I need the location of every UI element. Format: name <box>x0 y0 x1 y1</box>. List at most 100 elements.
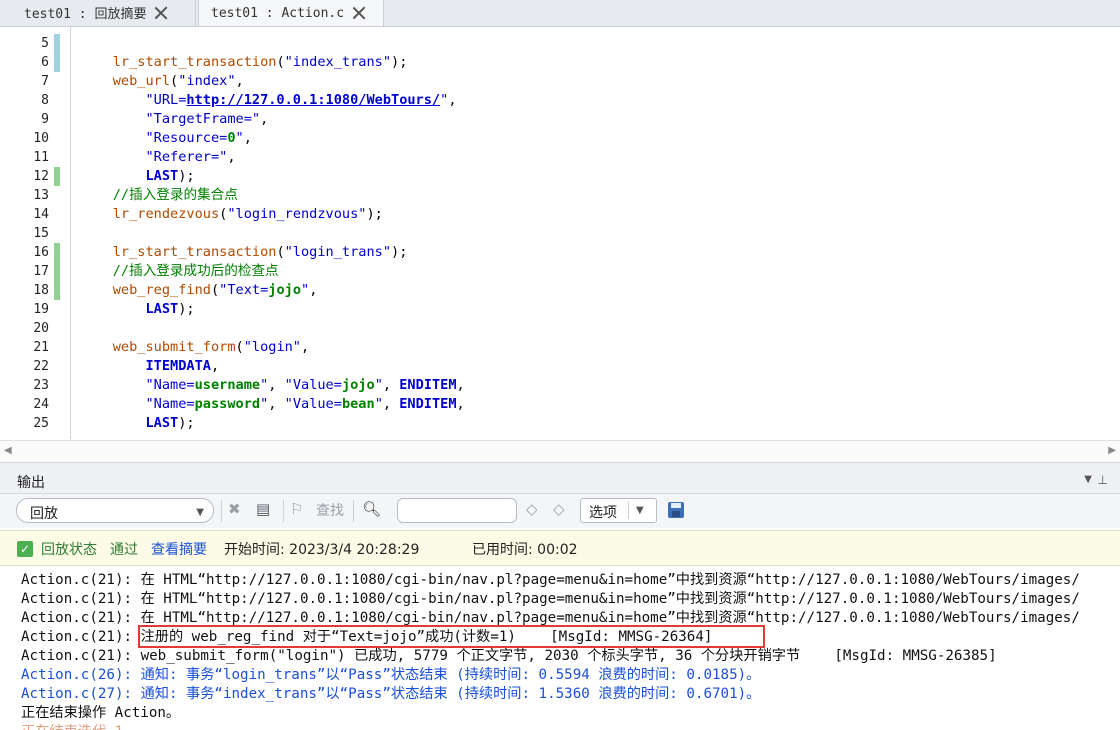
code-line: web_url("index", <box>80 72 465 91</box>
output-log[interactable]: Action.c(21): 在 HTML“http://127.0.0.1:10… <box>0 568 1120 730</box>
close-icon[interactable] <box>154 6 168 20</box>
code-line: LAST); <box>80 167 465 186</box>
chevron-down-icon[interactable]: ▼ <box>1084 474 1092 485</box>
log-text: Action.c(21): 在 HTML“http://127.0.0.1:10… <box>21 572 1080 588</box>
line-number: 5 <box>41 36 49 51</box>
code-token: , <box>268 377 285 393</box>
code-token: ); <box>391 54 408 70</box>
save-icon[interactable] <box>668 502 684 518</box>
line-number: 7 <box>41 74 49 89</box>
code-line: LAST); <box>80 414 465 433</box>
options-label: 选项 <box>589 505 617 521</box>
prev-match-icon[interactable]: ◇ <box>526 500 538 522</box>
code-token: , <box>243 130 252 146</box>
line-number: 12 <box>33 169 49 184</box>
next-match-icon[interactable]: ◇ <box>553 500 565 522</box>
tab-action-c[interactable]: test01 : Action.c <box>198 0 384 26</box>
code-token: lr_start_transaction <box>112 244 277 260</box>
code-token: ( <box>235 339 244 355</box>
code-token: , <box>456 377 465 393</box>
code-lines: lr_start_transaction("index_trans"); web… <box>80 34 465 433</box>
line-number: 19 <box>33 302 49 317</box>
code-token: ( <box>276 244 285 260</box>
code-line: ITEMDATA, <box>80 357 465 376</box>
code-token: "Resource= <box>145 130 228 146</box>
code-token: ( <box>210 282 220 298</box>
code-line: web_submit_form("login", <box>80 338 465 357</box>
log-text: Action.c(21): 在 HTML“http://127.0.0.1:10… <box>21 591 1080 607</box>
toolbar-divider <box>221 500 222 522</box>
search-input[interactable] <box>397 498 517 523</box>
pin-icon[interactable]: ⊥ <box>1098 473 1108 487</box>
log-line: Action.c(26): 通知: 事务“login_trans”以“Pass”… <box>21 666 760 685</box>
toolbar-divider <box>353 500 354 522</box>
log-line: Action.c(21): 在 HTML“http://127.0.0.1:10… <box>21 590 1080 609</box>
code-token: , <box>309 282 318 298</box>
search-icon[interactable]: 🔍︎ <box>362 500 381 522</box>
code-token: ( <box>170 73 179 89</box>
code-token: jojo <box>341 377 375 393</box>
wrap-icon[interactable]: ▤ <box>256 500 270 522</box>
log-text: Action.c(21): 在 HTML“http://127.0.0.1:10… <box>21 610 1080 626</box>
scroll-left-icon[interactable]: ◀ <box>4 445 12 456</box>
change-marker <box>54 167 60 186</box>
document-tab-bar: test01 : 回放摘要 test01 : Action.c <box>0 0 1120 27</box>
output-source-value: 回放 <box>30 506 58 522</box>
line-number: 20 <box>33 321 49 336</box>
code-token: " <box>235 130 244 146</box>
output-source-select[interactable]: 回放 ▼ <box>16 498 214 523</box>
code-line: "Referer=", <box>80 148 465 167</box>
chevron-down-icon[interactable]: ▼ <box>636 505 644 516</box>
line-number: 23 <box>33 378 49 393</box>
log-text: Action.c(21): web_submit_form("login") 已… <box>21 648 997 664</box>
view-summary-link[interactable]: 查看摘要 <box>151 539 207 559</box>
replay-state-label: 回放状态 <box>41 542 97 558</box>
code-token: ); <box>366 206 383 222</box>
log-line: 正在结束迭代 1。 <box>21 723 137 730</box>
code-token: , <box>260 111 269 127</box>
code-token: , <box>382 396 400 412</box>
log-text: Action.c(26): 通知: 事务“login_trans”以“Pass”… <box>21 667 761 683</box>
tab-label: test01 : Action.c <box>211 5 345 21</box>
filter-icon[interactable]: ⚐ <box>290 500 303 522</box>
code-token: web_url <box>112 73 171 89</box>
line-number: 10 <box>33 131 49 146</box>
code-token: ); <box>178 168 195 184</box>
code-token: " <box>374 396 383 412</box>
code-editor[interactable]: 5 6 7 8 9 10 11 12 13 14 15 16 17 18 19 20 21 22 23 24 25 lr… <box>0 27 1120 439</box>
code-token: " <box>301 282 310 298</box>
code-token: ); <box>178 415 195 431</box>
log-line: Action.c(21): 在 HTML“http://127.0.0.1:10… <box>21 609 1080 628</box>
scroll-right-icon[interactable]: ▶ <box>1108 445 1116 456</box>
code-token: "login" <box>243 339 301 355</box>
find-button[interactable]: 查找 <box>316 500 344 522</box>
code-line: "Name=username", "Value=jojo", ENDITEM, <box>80 376 465 395</box>
tab-label: test01 : 回放摘要 <box>24 7 147 22</box>
line-number: 9 <box>41 112 49 127</box>
code-token: "Referer=" <box>145 149 228 165</box>
code-token: ( <box>276 54 285 70</box>
code-token: "login_trans" <box>284 244 392 260</box>
code-line: web_reg_find("Text=jojo", <box>80 281 465 300</box>
code-line: //插入登录的集合点 <box>80 186 465 205</box>
tab-replay-summary[interactable]: test01 : 回放摘要 <box>12 0 196 25</box>
horizontal-scrollbar[interactable]: ◀ ▶ <box>0 440 1120 463</box>
code-token: jojo <box>268 282 302 298</box>
line-number: 22 <box>33 359 49 374</box>
start-time: 开始时间: 2023/3/4 20:28:29 <box>224 542 420 558</box>
clear-icon[interactable]: ✖ <box>228 500 241 522</box>
line-number: 25 <box>33 416 49 431</box>
code-token: "Name= <box>145 396 195 412</box>
options-button[interactable]: 选项 ▼ <box>580 498 657 523</box>
close-icon[interactable] <box>352 6 366 20</box>
code-token: bean <box>341 396 375 412</box>
